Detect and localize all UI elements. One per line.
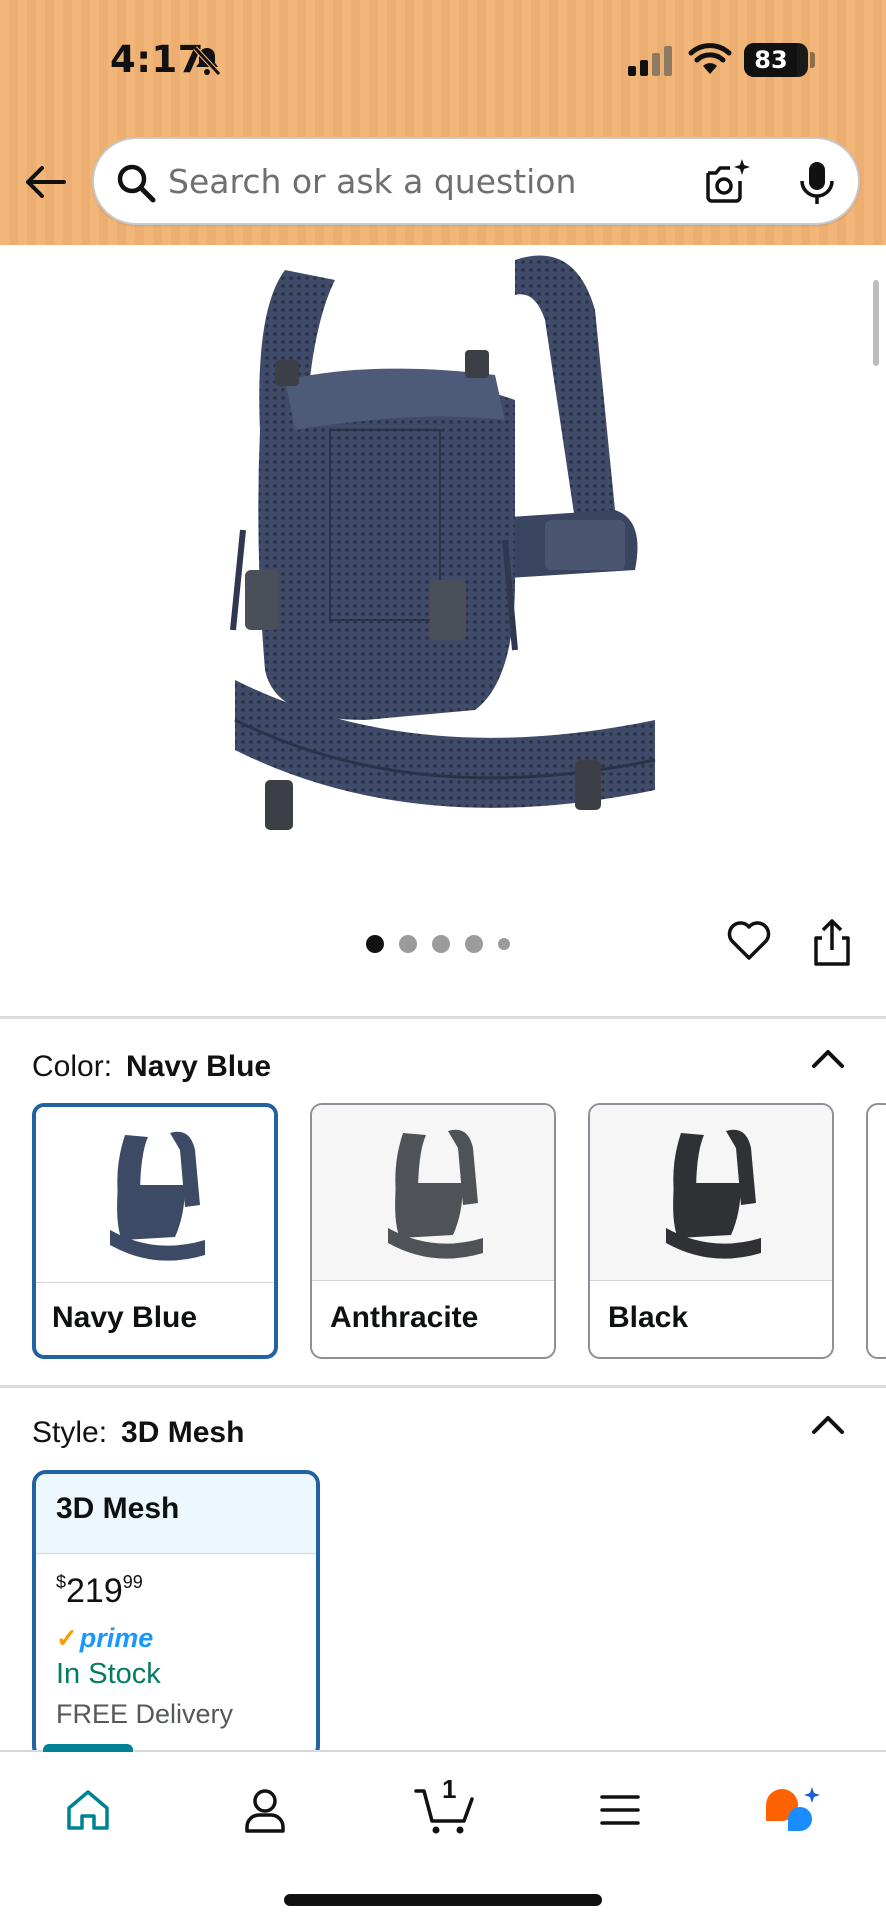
- color-selected-value: Navy Blue: [126, 1050, 272, 1083]
- microphone-icon[interactable]: [794, 159, 840, 207]
- share-icon[interactable]: [808, 918, 856, 968]
- color-section-label: Color: Navy Blue: [32, 1050, 271, 1084]
- style-selected-value: 3D Mesh: [121, 1416, 245, 1449]
- scroll-indicator: [873, 280, 879, 366]
- image-carousel-dots[interactable]: [366, 934, 510, 954]
- style-label: Style:: [32, 1416, 108, 1449]
- swatch-image: [312, 1105, 554, 1281]
- color-option-black[interactable]: Black: [588, 1103, 834, 1359]
- prime-badge: ✓ prime: [56, 1623, 316, 1654]
- color-label: Color:: [32, 1050, 113, 1083]
- cart-count: 1: [442, 1774, 457, 1804]
- delivery-info: FREE Delivery: [56, 1699, 234, 1729]
- color-option-more[interactable]: [866, 1103, 886, 1359]
- search-icon: [117, 164, 156, 203]
- color-option-label: Anthracite: [330, 1301, 479, 1334]
- nav-home[interactable]: [53, 1780, 123, 1840]
- color-option-anthracite[interactable]: Anthracite: [310, 1103, 556, 1359]
- nav-cart[interactable]: 1: [410, 1774, 480, 1840]
- heart-icon[interactable]: [726, 918, 772, 964]
- camera-icon[interactable]: [702, 157, 752, 207]
- color-option-label: Navy Blue: [52, 1301, 198, 1334]
- price: $21999: [56, 1572, 316, 1611]
- carousel-dot[interactable]: [432, 935, 450, 953]
- chevron-up-icon[interactable]: [808, 1410, 848, 1438]
- section-divider: [0, 1385, 886, 1388]
- battery-icon: 83: [744, 43, 808, 77]
- color-option-navy-blue[interactable]: Navy Blue: [32, 1103, 278, 1359]
- nav-account[interactable]: [230, 1780, 300, 1840]
- chevron-up-icon[interactable]: [808, 1044, 848, 1072]
- stock-status: In Stock: [56, 1658, 161, 1690]
- swatch-image: [590, 1105, 832, 1281]
- header: 4:17 83: [0, 0, 886, 245]
- color-option-label: Black: [608, 1301, 689, 1334]
- home-active-indicator: [43, 1744, 133, 1752]
- carrier-thumbnail: [666, 1129, 761, 1259]
- carousel-dot[interactable]: [399, 935, 417, 953]
- style-option-details: $21999 ✓ prime In Stock FREE Delivery: [36, 1554, 316, 1730]
- product-image[interactable]: [215, 250, 675, 860]
- carrier-thumbnail: [110, 1131, 205, 1261]
- account-icon: [245, 1789, 285, 1833]
- home-indicator: [284, 1894, 602, 1906]
- home-icon: [67, 1790, 109, 1830]
- price-fraction: 99: [122, 1572, 143, 1592]
- price-whole: 219: [66, 1572, 123, 1610]
- carousel-dot[interactable]: [366, 935, 384, 953]
- prime-check-icon: ✓: [56, 1623, 78, 1653]
- style-section-label: Style: 3D Mesh: [32, 1416, 244, 1450]
- nav-menu[interactable]: [585, 1780, 655, 1840]
- cellular-signal-icon: [628, 46, 672, 76]
- style-option-3d-mesh[interactable]: 3D Mesh $21999 ✓ prime In Stock FREE Deli…: [32, 1470, 320, 1760]
- carousel-dot[interactable]: [498, 938, 510, 950]
- carousel-dot[interactable]: [465, 935, 483, 953]
- back-arrow-icon[interactable]: [24, 160, 68, 204]
- bell-slash-icon: [193, 46, 221, 76]
- swatch-image: [36, 1107, 274, 1283]
- rufus-assistant-icon: [766, 1787, 820, 1831]
- battery-cap: [810, 52, 815, 68]
- style-option-title: 3D Mesh: [36, 1474, 316, 1554]
- section-divider: [0, 1016, 886, 1019]
- search-bar[interactable]: [92, 137, 860, 225]
- price-currency: $: [56, 1572, 67, 1592]
- nav-rufus[interactable]: [757, 1780, 827, 1840]
- carrier-thumbnail: [388, 1129, 483, 1259]
- search-input[interactable]: [168, 153, 688, 209]
- wifi-icon: [688, 43, 732, 74]
- battery-percent: 83: [754, 46, 788, 74]
- menu-icon: [600, 1795, 640, 1825]
- prime-label: prime: [79, 1623, 154, 1653]
